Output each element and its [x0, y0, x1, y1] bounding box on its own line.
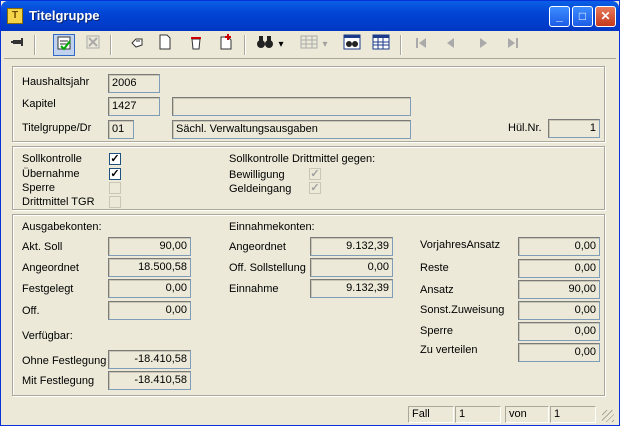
ein-angeordnet-label: Angeordnet [229, 241, 286, 253]
ohne-festlegung-label: Ohne Festlegung [22, 355, 107, 367]
huel-label: Hül.Nr. [508, 122, 542, 134]
maximize-button[interactable]: □ [572, 6, 593, 27]
uebernahme-checkbox[interactable]: ✓ [109, 168, 121, 180]
right-sperre-field[interactable]: 0,00 [518, 322, 600, 341]
minimize-button[interactable]: _ [549, 6, 570, 27]
sonst-zuweisung-label: Sonst.Zuweisung [420, 304, 505, 316]
vorjahresansatz-field[interactable]: 0,00 [518, 237, 600, 256]
festgelegt-label: Festgelegt [22, 283, 74, 295]
delete-list-icon[interactable] [82, 34, 104, 56]
resize-grip[interactable] [602, 410, 614, 422]
einnahme-label: Einnahme [229, 283, 279, 295]
reste-label: Reste [420, 262, 449, 274]
status-bar: Fall 1 von 1 [4, 404, 616, 424]
new-page-icon[interactable] [154, 34, 176, 56]
binoculars-icon[interactable] [254, 34, 276, 56]
kapitel-field[interactable]: 1427 [108, 97, 160, 116]
mit-festlegung-field[interactable]: -18.410,58 [108, 371, 191, 390]
bewilligung-label: Bewilligung [229, 169, 285, 181]
akt-soll-field[interactable]: 90,00 [108, 237, 191, 256]
bewilligung-checkbox[interactable]: ✓ [309, 168, 321, 180]
ausgabe-heading: Ausgabekonten: [22, 221, 102, 233]
toolbar-separator [244, 35, 246, 55]
titelgruppe-window: T Titelgruppe _ □ ✕ ▾ ▾ Haushaltsjahr 20… [0, 0, 620, 426]
uebernahme-label: Übernahme [22, 168, 80, 180]
title-bar[interactable]: T Titelgruppe _ □ ✕ [1, 1, 619, 31]
first-icon[interactable] [410, 34, 432, 56]
mit-festlegung-label: Mit Festlegung [22, 375, 95, 387]
angeordnet-field[interactable]: 18.500,58 [108, 258, 191, 277]
festgelegt-field[interactable]: 0,00 [108, 279, 191, 298]
ansatz-field[interactable]: 90,00 [518, 280, 600, 299]
accounts-group: Ausgabekonten: Akt. Soll 90,00 Angeordne… [12, 214, 605, 396]
zu-verteilen-label: Zu verteilen [420, 344, 478, 356]
geldeingang-label: Geldeingang [229, 183, 292, 195]
sonst-zuweisung-field[interactable]: 0,00 [518, 301, 600, 320]
vorjahresansatz-label: VorjahresAnsatz [420, 239, 501, 251]
sollkontrolle-label: Sollkontrolle [22, 153, 82, 165]
zu-verteilen-field[interactable]: 0,00 [518, 343, 600, 362]
huel-field[interactable]: 1 [548, 119, 600, 138]
titelgruppe-field[interactable]: 01 [108, 120, 134, 139]
grid-icon[interactable] [298, 34, 320, 56]
kapitel-text-field[interactable] [172, 97, 411, 116]
hand-icon[interactable] [126, 34, 148, 56]
toolbar-separator [400, 35, 402, 55]
haushaltsjahr-label: Haushaltsjahr [22, 76, 90, 88]
sperre-checkbox[interactable] [109, 182, 121, 194]
next-icon[interactable] [472, 34, 494, 56]
ohne-festlegung-field[interactable]: -18.410,58 [108, 350, 191, 369]
einnahme-field[interactable]: 9.132,39 [310, 279, 393, 298]
recycle-icon[interactable] [185, 34, 207, 56]
angeordnet-label: Angeordnet [22, 262, 79, 274]
status-von-value: 1 [550, 406, 596, 423]
off-sollstellung-field[interactable]: 0,00 [310, 258, 393, 277]
pin-icon[interactable] [8, 34, 30, 56]
sperre-label: Sperre [22, 182, 56, 194]
chevron-down-icon[interactable]: ▾ [276, 34, 286, 56]
drittmittel-label: Drittmittel TGR [22, 196, 95, 208]
status-von-label: von [505, 406, 549, 423]
ein-angeordnet-field[interactable]: 9.132,39 [310, 237, 393, 256]
header-group: Haushaltsjahr 2006 Kapitel 1427 Titelgru… [12, 66, 605, 142]
toolbar-separator [34, 35, 36, 55]
verfuegbar-label: Verfügbar: [22, 330, 73, 342]
status-fall-label: Fall [408, 406, 454, 423]
off-label: Off. [22, 305, 40, 317]
binoculars-list-icon[interactable] [341, 34, 363, 56]
einnahme-heading: Einnahmekonten: [229, 221, 315, 233]
toolbar: ▾ ▾ [4, 31, 616, 59]
controls-group: Sollkontrolle ✓ Übernahme ✓ Sperre Dritt… [12, 146, 605, 210]
add-page-icon[interactable] [215, 34, 237, 56]
app-icon: T [7, 8, 23, 24]
haushaltsjahr-field[interactable]: 2006 [108, 74, 160, 93]
kapitel-label: Kapitel [22, 98, 56, 110]
toolbar-separator [110, 35, 112, 55]
right-sperre-label: Sperre [420, 325, 454, 337]
off-field[interactable]: 0,00 [108, 301, 191, 320]
off-sollstellung-label: Off. Sollstellung [229, 262, 306, 274]
reste-field[interactable]: 0,00 [518, 259, 600, 278]
close-button[interactable]: ✕ [595, 6, 616, 27]
window-title: Titelgruppe [29, 8, 100, 23]
status-fall-value: 1 [455, 406, 501, 423]
geldeingang-checkbox[interactable]: ✓ [309, 182, 321, 194]
akt-soll-label: Akt. Soll [22, 241, 63, 253]
titelgruppe-label: Titelgruppe/Dr [22, 122, 92, 134]
prev-icon[interactable] [440, 34, 462, 56]
checklist-icon[interactable] [53, 34, 75, 56]
last-icon[interactable] [502, 34, 524, 56]
chevron-down-icon[interactable]: ▾ [320, 34, 330, 56]
ansatz-label: Ansatz [420, 284, 454, 296]
titelgruppe-text-field[interactable]: Sächl. Verwaltungsausgaben [172, 120, 411, 139]
drittmittel-checkbox[interactable] [109, 196, 121, 208]
calendar-list-icon[interactable] [370, 34, 392, 56]
sollkontrolle-checkbox[interactable]: ✓ [109, 153, 121, 165]
dritt-heading: Sollkontrolle Drittmittel gegen: [229, 153, 376, 165]
